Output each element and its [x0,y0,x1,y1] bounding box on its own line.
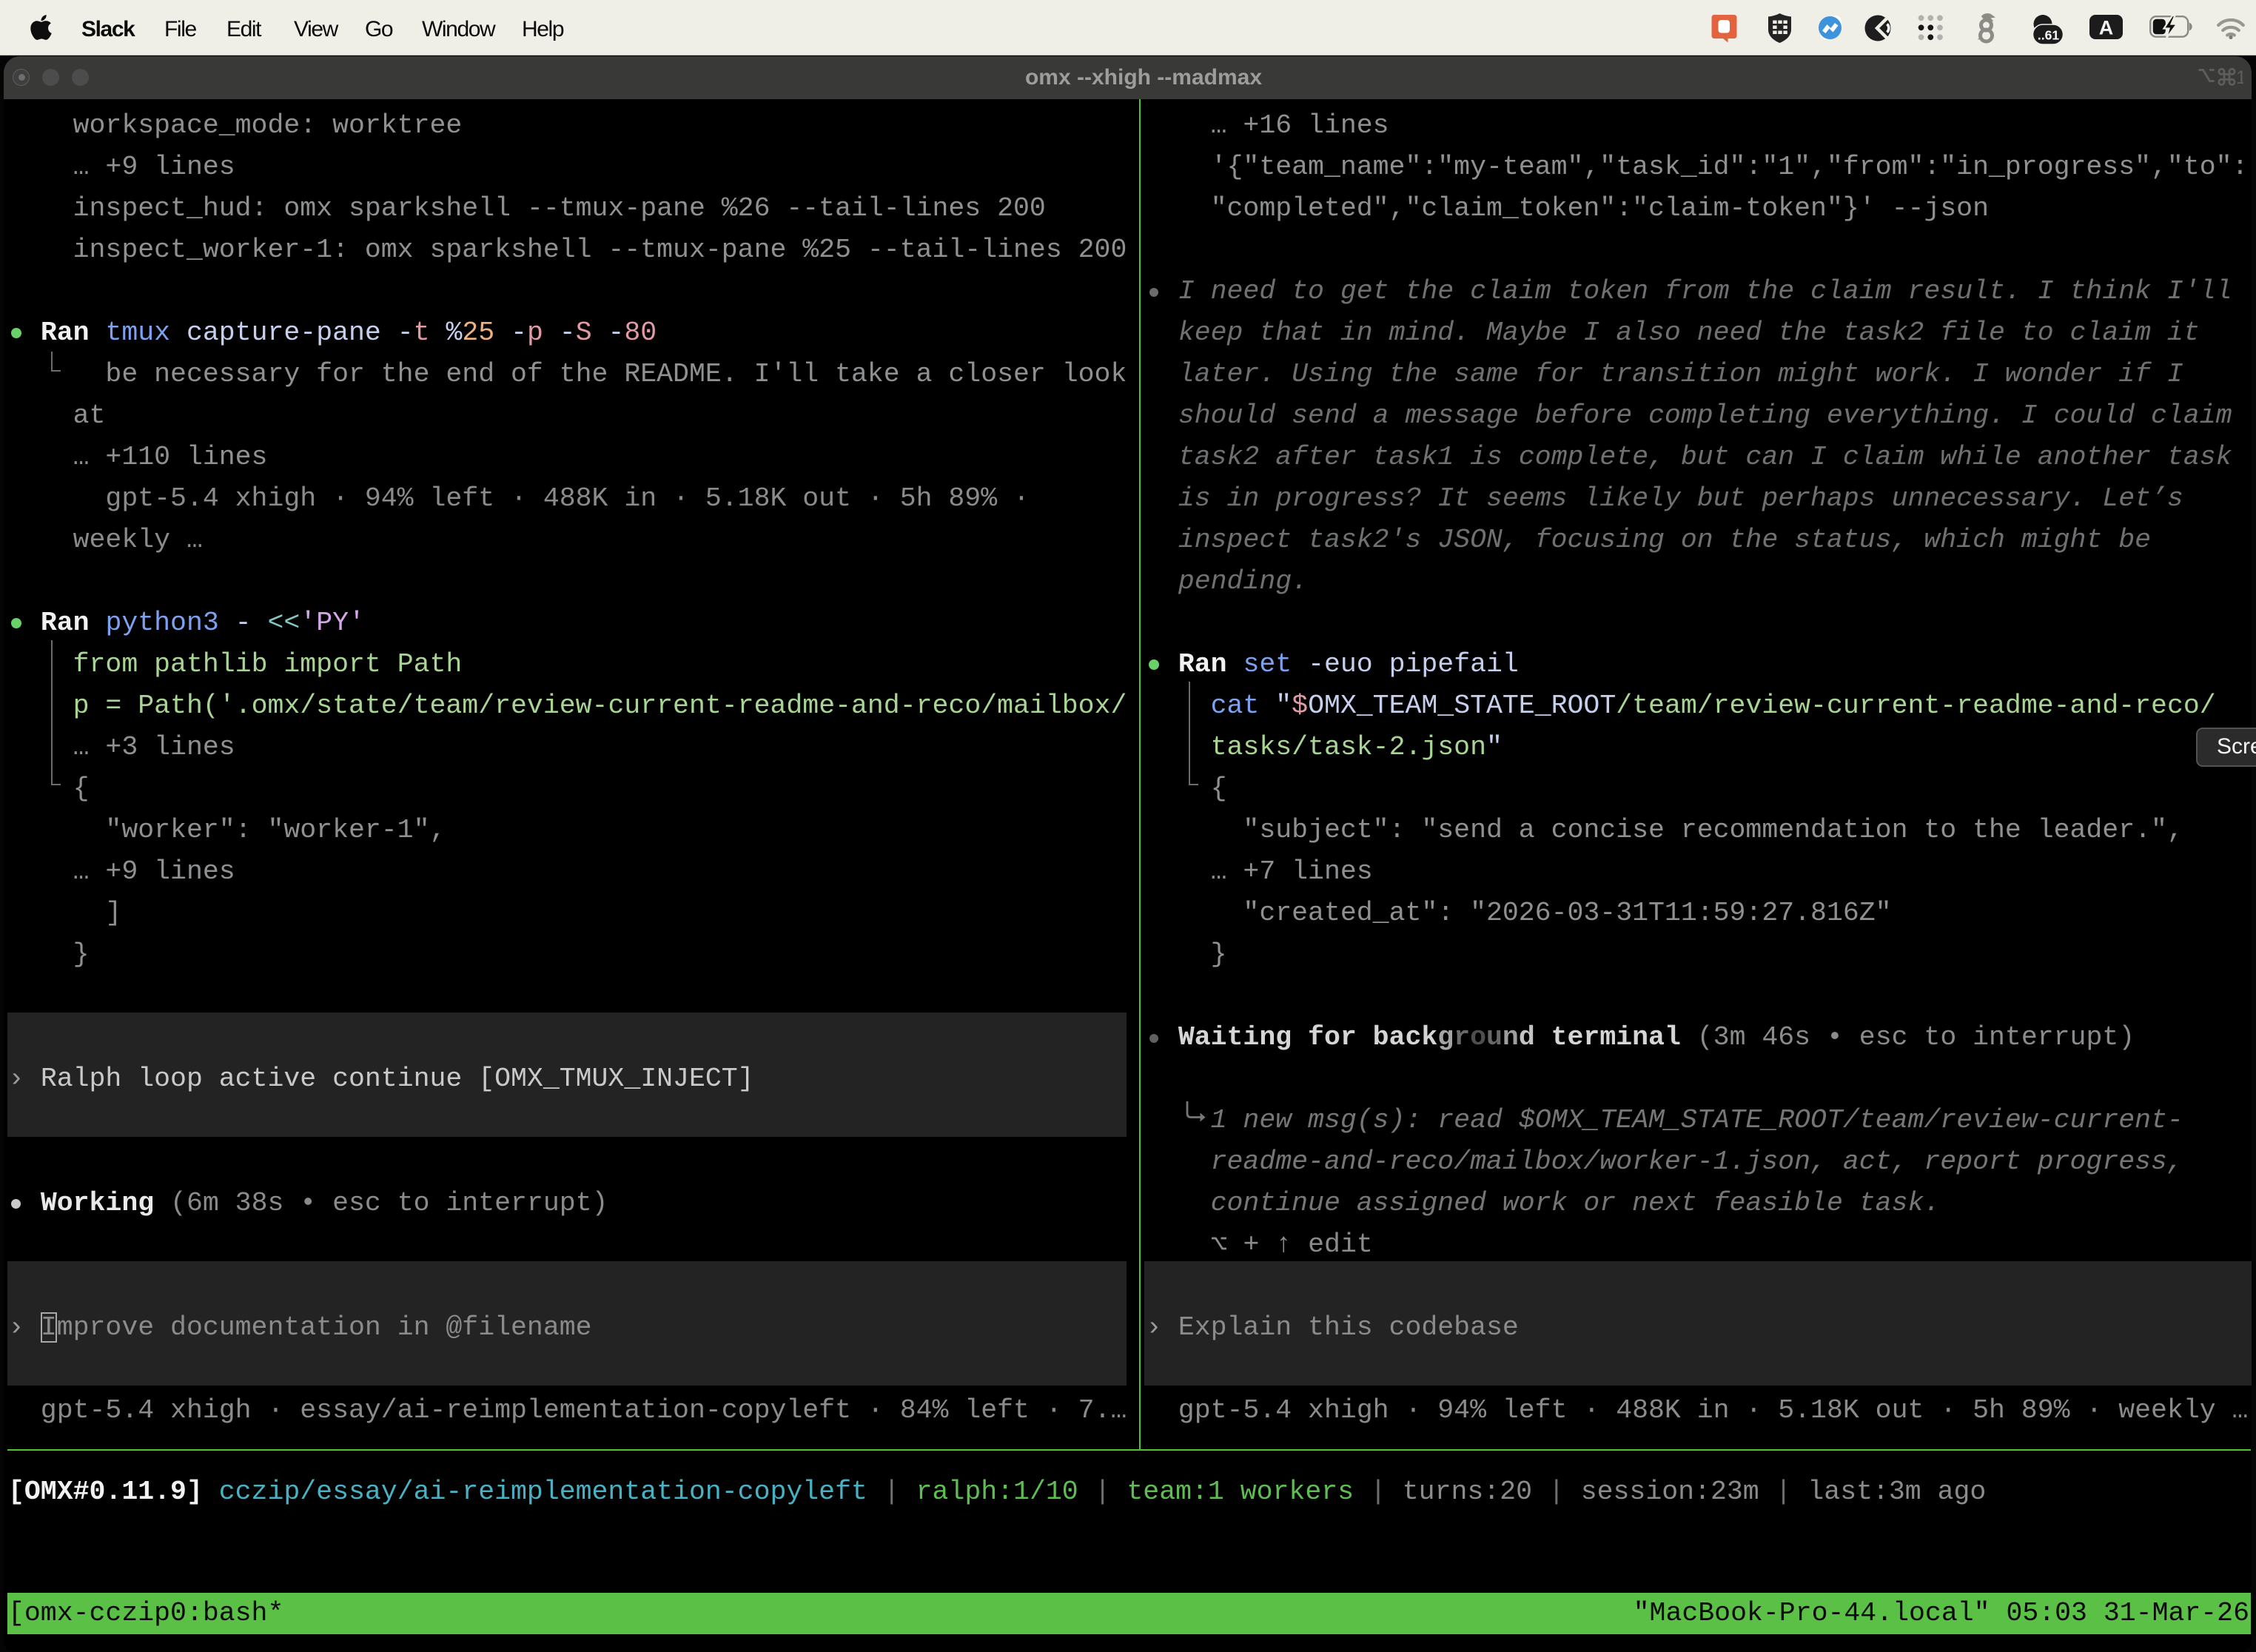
svg-text:A: A [2099,17,2114,39]
svg-text:1: 1 [2236,67,2243,87]
svg-text:..61: ..61 [2038,28,2059,43]
